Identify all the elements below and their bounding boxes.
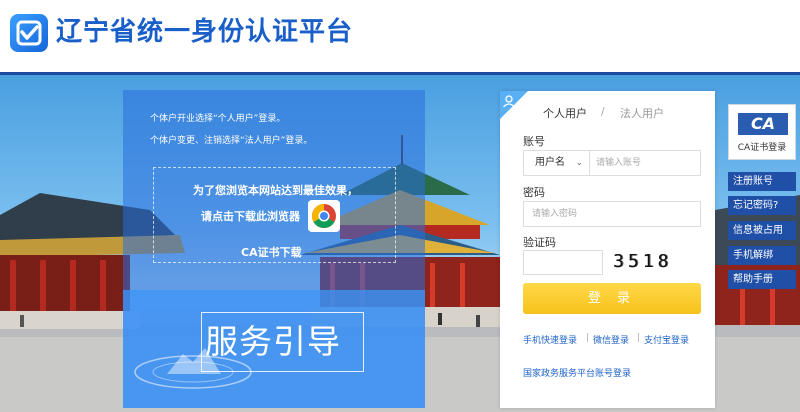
mobile-login-link[interactable]: 手机快速登录 bbox=[523, 333, 577, 346]
info-panel: 个体户开业选择“个人用户”登录。 个体户变更、注销选择“法人用户”登录。 为了您… bbox=[123, 90, 425, 408]
ca-cert-login-label: CA证书登录 bbox=[737, 143, 787, 153]
browser-tip-line2: 请点击下载此浏览器 bbox=[201, 210, 300, 223]
link-separator: | bbox=[637, 333, 641, 343]
info-occupied-button[interactable]: 信息被占用 bbox=[728, 221, 796, 240]
notice-individual-change: 个体户变更、注销选择“法人用户”登录。 bbox=[150, 136, 313, 146]
service-guide-title: 服务引导 bbox=[205, 322, 341, 361]
chevron-down-icon: ⌄ bbox=[575, 158, 583, 168]
password-field[interactable]: 请输入密码 bbox=[523, 201, 701, 227]
tab-legal-user[interactable]: 法人用户 bbox=[620, 105, 664, 121]
captcha-image[interactable]: 3518 bbox=[613, 251, 675, 273]
account-type-value: 用户名 bbox=[535, 157, 565, 168]
forgot-password-button[interactable]: 忘记密码? bbox=[728, 196, 796, 215]
account-input[interactable]: 请输入账号 bbox=[596, 151, 641, 175]
ca-cert-download-link[interactable]: CA证书下载 bbox=[241, 244, 302, 260]
tab-personal-user[interactable]: 个人用户 bbox=[543, 105, 587, 121]
help-manual-button[interactable]: 帮助手册 bbox=[728, 270, 796, 289]
link-separator: | bbox=[586, 333, 590, 343]
national-gov-login-link[interactable]: 国家政务服务平台账号登录 bbox=[523, 366, 631, 379]
browser-tip-line1: 为了您浏览本网站达到最佳效果， bbox=[193, 184, 358, 197]
login-card: 个人用户 / 法人用户 账号 用户名 ⌄ 请输入账号 密码 请输入密码 验证码 … bbox=[500, 91, 715, 408]
tab-separator: / bbox=[601, 105, 605, 118]
ca-logo: CA bbox=[738, 113, 788, 135]
ca-cert-login-button[interactable]: CA CA证书登录 bbox=[728, 104, 796, 160]
site-title: 辽宁省统一身份认证平台 bbox=[56, 17, 354, 47]
account-label: 账号 bbox=[523, 135, 545, 148]
platform-logo-icon[interactable] bbox=[10, 14, 48, 52]
notice-individual-open: 个体户开业选择“个人用户”登录。 bbox=[150, 114, 286, 124]
chrome-download-icon[interactable] bbox=[308, 200, 340, 232]
wechat-login-link[interactable]: 微信登录 bbox=[593, 333, 629, 346]
captcha-label: 验证码 bbox=[523, 236, 556, 249]
service-guide-panel[interactable]: 服务引导 bbox=[123, 290, 425, 408]
page-header: 辽宁省统一身份认证平台 bbox=[0, 0, 800, 72]
user-corner-icon bbox=[500, 91, 528, 119]
account-field: 用户名 ⌄ 请输入账号 bbox=[523, 150, 701, 176]
login-button[interactable]: 登 录 bbox=[523, 283, 701, 314]
alipay-login-link[interactable]: 支付宝登录 bbox=[644, 333, 689, 346]
captcha-input[interactable] bbox=[523, 250, 603, 275]
password-label: 密码 bbox=[523, 186, 545, 199]
account-type-select[interactable]: 用户名 ⌄ bbox=[524, 151, 590, 175]
unbind-phone-button[interactable]: 手机解绑 bbox=[728, 246, 796, 265]
password-placeholder: 请输入密码 bbox=[532, 209, 578, 219]
register-account-button[interactable]: 注册账号 bbox=[728, 172, 796, 191]
